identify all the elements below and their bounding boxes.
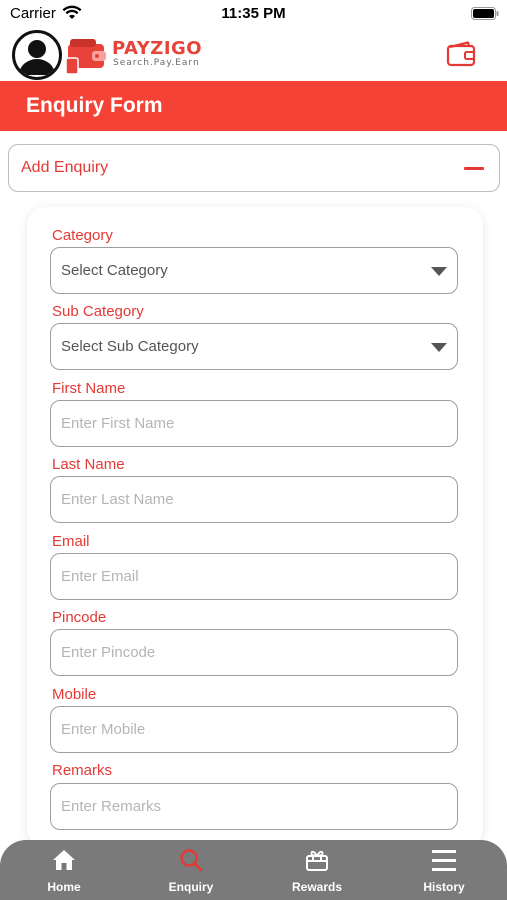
first-name-field-box (50, 400, 458, 447)
tab-label: Home (47, 880, 81, 894)
title-bar: Enquiry Form (0, 81, 507, 131)
logo-name: PAYZIGO (112, 38, 203, 59)
pincode-input[interactable] (61, 630, 421, 674)
sub-category-select[interactable]: Select Sub Category (50, 323, 458, 370)
remarks-field-box (50, 783, 458, 830)
tab-enquiry[interactable]: Enquiry (136, 840, 246, 900)
app-header: PAYZIGO Search.Pay.Earn (0, 28, 507, 80)
logo-tagline: Search.Pay.Earn (113, 58, 200, 68)
email-label: Email (52, 533, 90, 550)
chevron-down-icon (431, 267, 447, 276)
last-name-field-box (50, 476, 458, 523)
remarks-input[interactable] (61, 784, 421, 828)
battery-icon (471, 7, 499, 20)
category-label: Category (52, 227, 113, 244)
add-enquiry-accordion[interactable]: Add Enquiry (8, 144, 500, 192)
search-icon (180, 849, 203, 872)
mobile-field-box (50, 706, 458, 753)
payzigo-logo: PAYZIGO Search.Pay.Earn (65, 36, 226, 76)
tab-label: Enquiry (168, 880, 214, 894)
user-avatar-icon[interactable] (12, 30, 62, 80)
menu-icon (432, 850, 456, 871)
email-input[interactable] (61, 554, 421, 598)
chevron-down-icon (431, 343, 447, 352)
gift-card-icon (306, 850, 328, 871)
status-bar: Carrier 11:35 PM (0, 0, 507, 28)
minus-icon[interactable] (464, 167, 484, 170)
status-time: 11:35 PM (221, 5, 286, 22)
tab-label: Rewards (291, 880, 343, 894)
email-field-box (50, 553, 458, 600)
last-name-input[interactable] (61, 477, 421, 521)
home-icon (53, 850, 75, 870)
remarks-label: Remarks (52, 762, 113, 779)
tab-home[interactable]: Home (9, 840, 119, 900)
wallet-logo-icon (65, 39, 106, 75)
mobile-input[interactable] (61, 707, 421, 751)
last-name-label: Last Name (52, 456, 125, 473)
page-title: Enquiry Form (26, 94, 163, 117)
sub-category-select-value: Select Sub Category (61, 338, 199, 355)
first-name-input[interactable] (61, 401, 421, 445)
pincode-label: Pincode (52, 609, 107, 626)
sub-category-label: Sub Category (52, 303, 144, 320)
category-select[interactable]: Select Category (50, 247, 458, 294)
mobile-label: Mobile (52, 686, 97, 703)
pincode-field-box (50, 629, 458, 676)
wallet-icon[interactable] (446, 41, 476, 67)
category-select-value: Select Category (61, 262, 168, 279)
tab-label: History (423, 880, 465, 894)
accordion-label: Add Enquiry (21, 159, 109, 176)
tab-history[interactable]: History (389, 840, 499, 900)
tab-rewards[interactable]: Rewards (262, 840, 372, 900)
bottom-tab-bar: Home Enquiry Rewards History (0, 840, 507, 900)
first-name-label: First Name (52, 380, 126, 397)
